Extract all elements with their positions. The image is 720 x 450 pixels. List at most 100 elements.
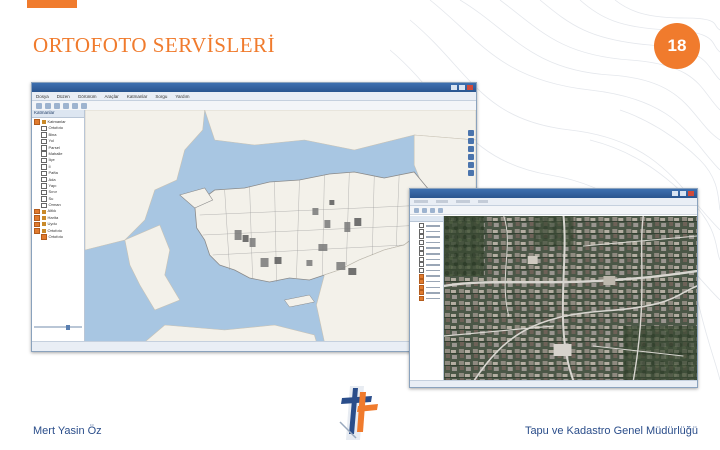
ortho-imagery-view[interactable] [444,216,697,381]
layer-checkbox[interactable] [41,157,47,164]
zoom-in-icon[interactable] [414,207,419,213]
layer-checkbox[interactable] [41,234,47,240]
layer-checkbox[interactable] [419,228,424,234]
layer-checkbox[interactable] [41,145,47,151]
layer-checkbox[interactable] [419,251,424,257]
menu-item[interactable]: Görünüm [78,94,97,99]
layer-label [426,280,440,283]
menu-bar [410,198,697,206]
layer-checkbox[interactable] [41,164,47,170]
layer-checkbox[interactable] [34,228,40,234]
layer-label [426,236,440,238]
layer-panel: Katmanlar Katmanlar Ortofoto Bina Yol Parsel… [32,110,85,342]
layer-checkbox[interactable] [419,256,424,262]
layer-label [426,264,440,266]
menu-item[interactable] [456,200,470,203]
layer-checkbox[interactable] [419,234,424,240]
zoom-out-icon[interactable] [63,102,69,109]
layer-tree: Katmanlar Ortofoto Bina Yol Parsel Mahalle İlç… [32,118,84,240]
save-icon[interactable] [45,102,51,109]
author-name: Mert Yasin Öz [33,425,102,437]
close-button[interactable] [467,85,473,90]
layer-checkbox[interactable] [41,196,47,202]
menu-item[interactable] [478,200,488,203]
menu-item[interactable] [414,200,428,203]
layer-checkbox[interactable] [419,268,424,274]
pan-icon[interactable] [72,102,78,109]
layer-checkbox[interactable] [41,189,47,196]
ortho-photo [444,216,697,381]
menu-item[interactable]: Katmanlar [127,94,148,99]
layer-checkbox[interactable] [419,245,424,251]
menu-item[interactable] [436,200,448,203]
layer-checkbox[interactable] [34,119,40,125]
layer-label [426,225,440,227]
layer-label [426,275,440,277]
maximize-button[interactable] [459,85,465,90]
layer-checkbox[interactable] [41,176,47,183]
layer-checkbox[interactable] [34,208,40,215]
layer-item[interactable] [412,296,443,302]
zoom-out-icon[interactable] [422,207,427,213]
layer-item[interactable]: Ortofoto [34,234,84,240]
layer-checkbox[interactable] [41,183,47,189]
layers-icon[interactable] [468,162,474,168]
folder-icon [41,209,46,214]
layer-checkbox[interactable] [419,279,424,285]
toolbar [410,206,697,215]
close-button[interactable] [688,191,694,196]
opacity-control [34,324,82,330]
layer-checkbox[interactable] [41,132,47,138]
home-icon[interactable] [468,146,474,152]
info-icon[interactable] [81,102,87,109]
minimize-button[interactable] [451,85,457,90]
layer-checkbox[interactable] [419,223,424,229]
layer-label [426,230,440,233]
layer-checkbox[interactable] [41,125,47,132]
zoom-in-icon[interactable] [468,130,474,136]
layer-checkbox[interactable] [419,296,424,302]
menu-item[interactable]: Dosya [36,94,49,99]
folder-icon [41,228,46,233]
layer-label [426,269,440,272]
folder-icon [41,222,46,227]
organization-name: Tapu ve Kadastro Genel Müdürlüğü [524,425,698,437]
layer-panel-header: Katmanlar [32,110,84,118]
menu-item[interactable]: Sorgu [155,94,167,99]
layer-label [426,253,440,255]
layer-label [426,286,440,289]
ortho-app-window [409,188,698,388]
layer-checkbox[interactable] [419,262,424,268]
layer-checkbox[interactable] [419,273,424,279]
menu-item[interactable]: Düzen [57,94,70,99]
maximize-button[interactable] [680,191,686,196]
layer-checkbox[interactable] [419,240,424,246]
info-icon[interactable] [438,207,443,213]
measure-icon[interactable] [468,154,474,160]
layer-checkbox[interactable] [41,151,47,157]
minimize-button[interactable] [672,191,678,196]
print-icon[interactable] [468,170,474,176]
opacity-slider-knob[interactable] [65,324,70,330]
pan-icon[interactable] [430,207,435,213]
menu-bar: Dosya Düzen Görünüm Araçlar Katmanlar So… [32,92,476,101]
zoom-in-icon[interactable] [54,102,60,109]
layer-checkbox[interactable] [41,170,47,177]
layer-checkbox[interactable] [419,284,424,290]
page-number-badge: 18 [654,23,700,69]
open-icon[interactable] [36,102,42,109]
menu-item[interactable]: Araçlar [105,94,119,99]
layer-checkbox[interactable] [34,215,40,221]
status-bar [410,380,697,387]
window-titlebar [32,83,476,92]
layer-label [426,297,440,300]
menu-item[interactable]: Yardım [175,94,189,99]
map-tools [468,130,474,176]
opacity-slider[interactable] [34,324,82,330]
layer-checkbox[interactable] [41,202,47,209]
layer-checkbox[interactable] [34,221,40,228]
layer-checkbox[interactable] [419,290,424,296]
layer-checkbox[interactable] [41,138,47,145]
window-titlebar [410,189,697,198]
zoom-out-icon[interactable] [468,138,474,144]
